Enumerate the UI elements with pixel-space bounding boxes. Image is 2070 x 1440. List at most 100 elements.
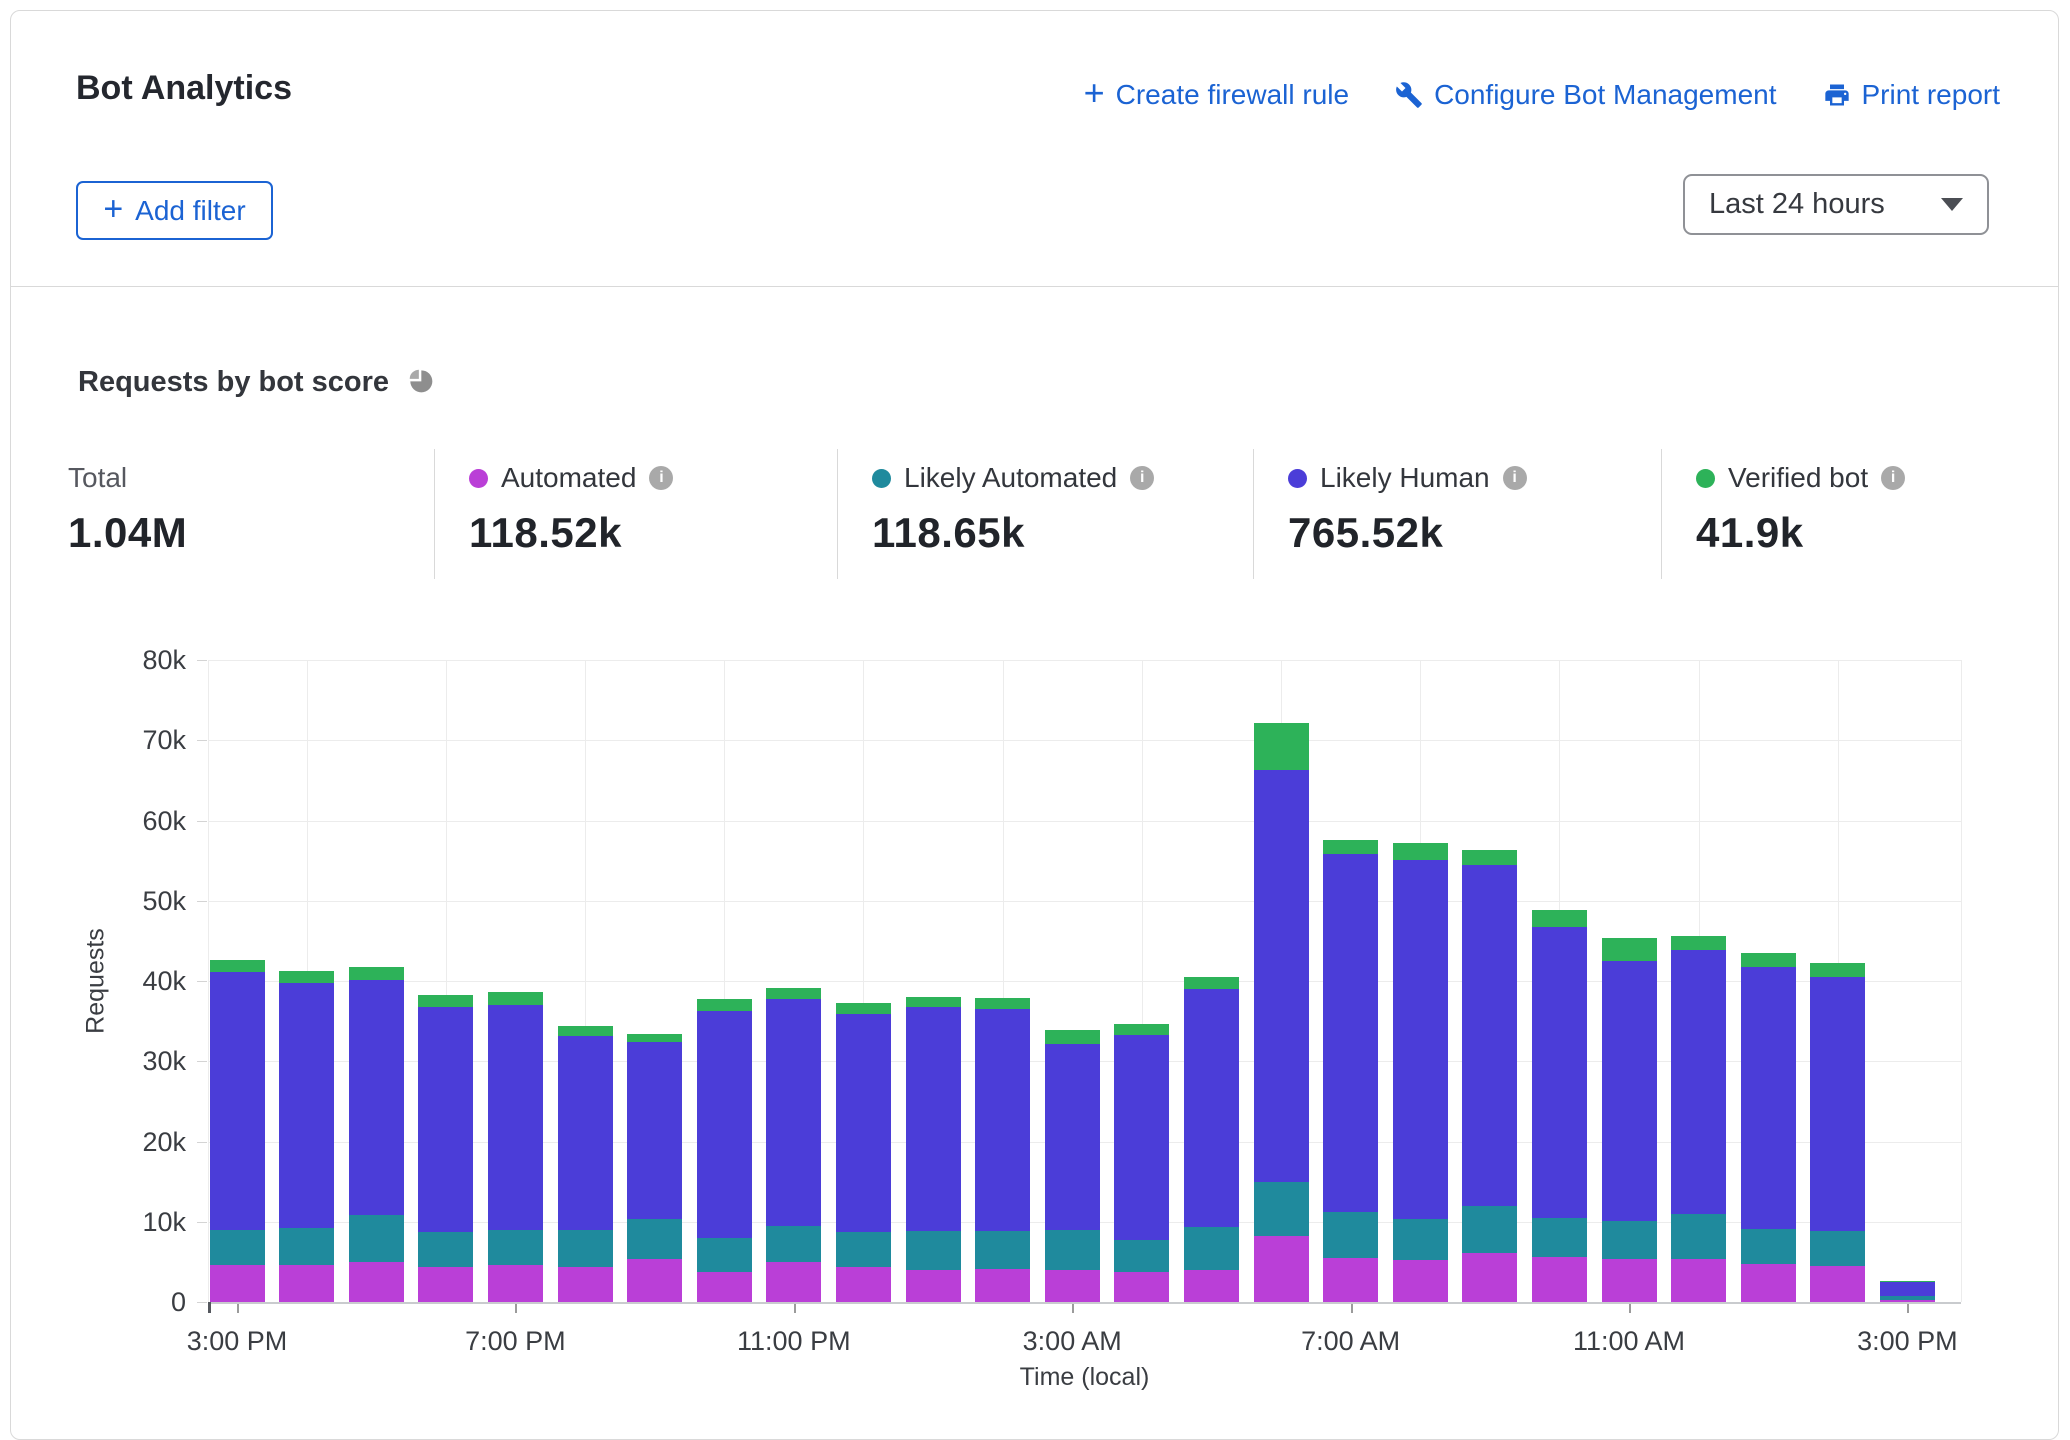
bar-segment-verified-bot[interactable] <box>766 988 821 998</box>
bar-segment-automated[interactable] <box>1184 1270 1239 1302</box>
bar-segment-automated[interactable] <box>766 1262 821 1302</box>
bar-segment-verified-bot[interactable] <box>210 960 265 972</box>
bar-segment-verified-bot[interactable] <box>1532 910 1587 927</box>
bar-segment-likely-human[interactable] <box>349 980 404 1214</box>
bar-segment-likely-automated[interactable] <box>906 1231 961 1270</box>
bar-segment-likely-automated[interactable] <box>975 1231 1030 1270</box>
bar-segment-automated[interactable] <box>836 1267 891 1302</box>
bar-segment-likely-human[interactable] <box>210 972 265 1230</box>
bar-segment-automated[interactable] <box>279 1265 334 1302</box>
bar-segment-automated[interactable] <box>558 1267 613 1302</box>
bar-segment-automated[interactable] <box>210 1265 265 1302</box>
bar-segment-likely-automated[interactable] <box>418 1232 473 1267</box>
bar-segment-automated[interactable] <box>1741 1264 1796 1302</box>
bar-segment-likely-automated[interactable] <box>1671 1214 1726 1259</box>
bar-segment-automated[interactable] <box>1254 1236 1309 1302</box>
bar-segment-automated[interactable] <box>1880 1300 1935 1302</box>
bar-segment-automated[interactable] <box>349 1262 404 1302</box>
bar-segment-likely-human[interactable] <box>1671 950 1726 1214</box>
bar-segment-verified-bot[interactable] <box>558 1026 613 1036</box>
bar-segment-likely-automated[interactable] <box>488 1230 543 1265</box>
bar-segment-likely-automated[interactable] <box>1462 1206 1517 1253</box>
bar-segment-likely-human[interactable] <box>766 999 821 1226</box>
bar-segment-likely-automated[interactable] <box>766 1226 821 1262</box>
bar-segment-likely-human[interactable] <box>488 1005 543 1230</box>
bar-segment-verified-bot[interactable] <box>836 1003 891 1013</box>
bar-segment-likely-automated[interactable] <box>1254 1182 1309 1236</box>
bar-segment-likely-human[interactable] <box>1184 989 1239 1227</box>
bar-segment-likely-automated[interactable] <box>1184 1227 1239 1270</box>
bar-segment-automated[interactable] <box>1810 1266 1865 1302</box>
bar-segment-likely-human[interactable] <box>1254 770 1309 1182</box>
bar-segment-likely-human[interactable] <box>1462 865 1517 1205</box>
bar-segment-likely-automated[interactable] <box>210 1230 265 1265</box>
bar-segment-verified-bot[interactable] <box>418 995 473 1008</box>
bar-segment-likely-human[interactable] <box>836 1014 891 1232</box>
bar-segment-verified-bot[interactable] <box>1810 963 1865 977</box>
bar-segment-verified-bot[interactable] <box>1323 840 1378 854</box>
bar-segment-likely-human[interactable] <box>558 1036 613 1229</box>
bar-segment-likely-human[interactable] <box>1880 1282 1935 1296</box>
bar-segment-verified-bot[interactable] <box>1671 936 1726 950</box>
bar-segment-likely-human[interactable] <box>1393 860 1448 1219</box>
bar-segment-automated[interactable] <box>1602 1259 1657 1302</box>
bar-segment-likely-automated[interactable] <box>1045 1230 1100 1270</box>
bar-segment-likely-human[interactable] <box>1810 977 1865 1231</box>
bar-segment-verified-bot[interactable] <box>906 997 961 1007</box>
bar-segment-verified-bot[interactable] <box>1045 1030 1100 1044</box>
bar-segment-verified-bot[interactable] <box>279 971 334 984</box>
bar-segment-automated[interactable] <box>697 1272 752 1302</box>
bar-segment-automated[interactable] <box>1462 1253 1517 1302</box>
bar-segment-likely-human[interactable] <box>1741 967 1796 1229</box>
bar-segment-verified-bot[interactable] <box>697 999 752 1010</box>
bar-segment-likely-automated[interactable] <box>627 1219 682 1260</box>
bar-segment-verified-bot[interactable] <box>488 992 543 1005</box>
bar-segment-likely-automated[interactable] <box>558 1230 613 1267</box>
bar-segment-verified-bot[interactable] <box>1184 977 1239 989</box>
bar-segment-likely-automated[interactable] <box>1602 1221 1657 1259</box>
bar-segment-automated[interactable] <box>1045 1270 1100 1302</box>
bar-segment-automated[interactable] <box>1393 1260 1448 1302</box>
bar-segment-verified-bot[interactable] <box>1114 1024 1169 1035</box>
bar-segment-automated[interactable] <box>418 1267 473 1302</box>
bar-segment-likely-automated[interactable] <box>1810 1231 1865 1266</box>
bar-segment-verified-bot[interactable] <box>1880 1281 1935 1282</box>
bar-segment-verified-bot[interactable] <box>1741 953 1796 967</box>
bar-segment-likely-automated[interactable] <box>349 1215 404 1262</box>
bar-segment-likely-human[interactable] <box>279 983 334 1228</box>
bar-segment-likely-automated[interactable] <box>697 1238 752 1273</box>
bar-segment-likely-human[interactable] <box>975 1009 1030 1230</box>
bar-segment-likely-human[interactable] <box>906 1007 961 1231</box>
bar-segment-likely-human[interactable] <box>418 1007 473 1232</box>
bar-segment-verified-bot[interactable] <box>627 1034 682 1042</box>
bar-segment-likely-automated[interactable] <box>1114 1240 1169 1271</box>
bar-segment-likely-automated[interactable] <box>836 1232 891 1267</box>
bar-segment-verified-bot[interactable] <box>975 998 1030 1009</box>
bar-segment-verified-bot[interactable] <box>349 967 404 980</box>
bar-segment-verified-bot[interactable] <box>1254 723 1309 770</box>
bar-segment-automated[interactable] <box>975 1269 1030 1302</box>
bar-segment-likely-human[interactable] <box>1532 927 1587 1218</box>
bar-segment-likely-automated[interactable] <box>1393 1219 1448 1261</box>
bar-segment-likely-automated[interactable] <box>1532 1218 1587 1257</box>
bar-segment-likely-automated[interactable] <box>1880 1296 1935 1299</box>
bar-segment-verified-bot[interactable] <box>1393 843 1448 860</box>
bar-segment-likely-human[interactable] <box>1045 1044 1100 1230</box>
bar-segment-automated[interactable] <box>1532 1257 1587 1302</box>
bar-segment-likely-human[interactable] <box>1323 854 1378 1212</box>
bar-segment-automated[interactable] <box>1671 1259 1726 1302</box>
bar-segment-automated[interactable] <box>488 1265 543 1302</box>
bar-segment-automated[interactable] <box>1323 1258 1378 1302</box>
bar-segment-likely-automated[interactable] <box>1323 1212 1378 1258</box>
bar-segment-likely-human[interactable] <box>697 1011 752 1238</box>
bar-segment-automated[interactable] <box>906 1270 961 1302</box>
bar-segment-likely-automated[interactable] <box>1741 1229 1796 1264</box>
bar-segment-automated[interactable] <box>627 1259 682 1302</box>
bar-segment-likely-human[interactable] <box>1114 1035 1169 1240</box>
bar-segment-automated[interactable] <box>1114 1272 1169 1302</box>
bar-segment-likely-automated[interactable] <box>279 1228 334 1265</box>
bar-segment-verified-bot[interactable] <box>1462 850 1517 865</box>
bar-segment-verified-bot[interactable] <box>1602 938 1657 961</box>
bar-segment-likely-human[interactable] <box>1602 961 1657 1221</box>
bar-segment-likely-human[interactable] <box>627 1042 682 1219</box>
